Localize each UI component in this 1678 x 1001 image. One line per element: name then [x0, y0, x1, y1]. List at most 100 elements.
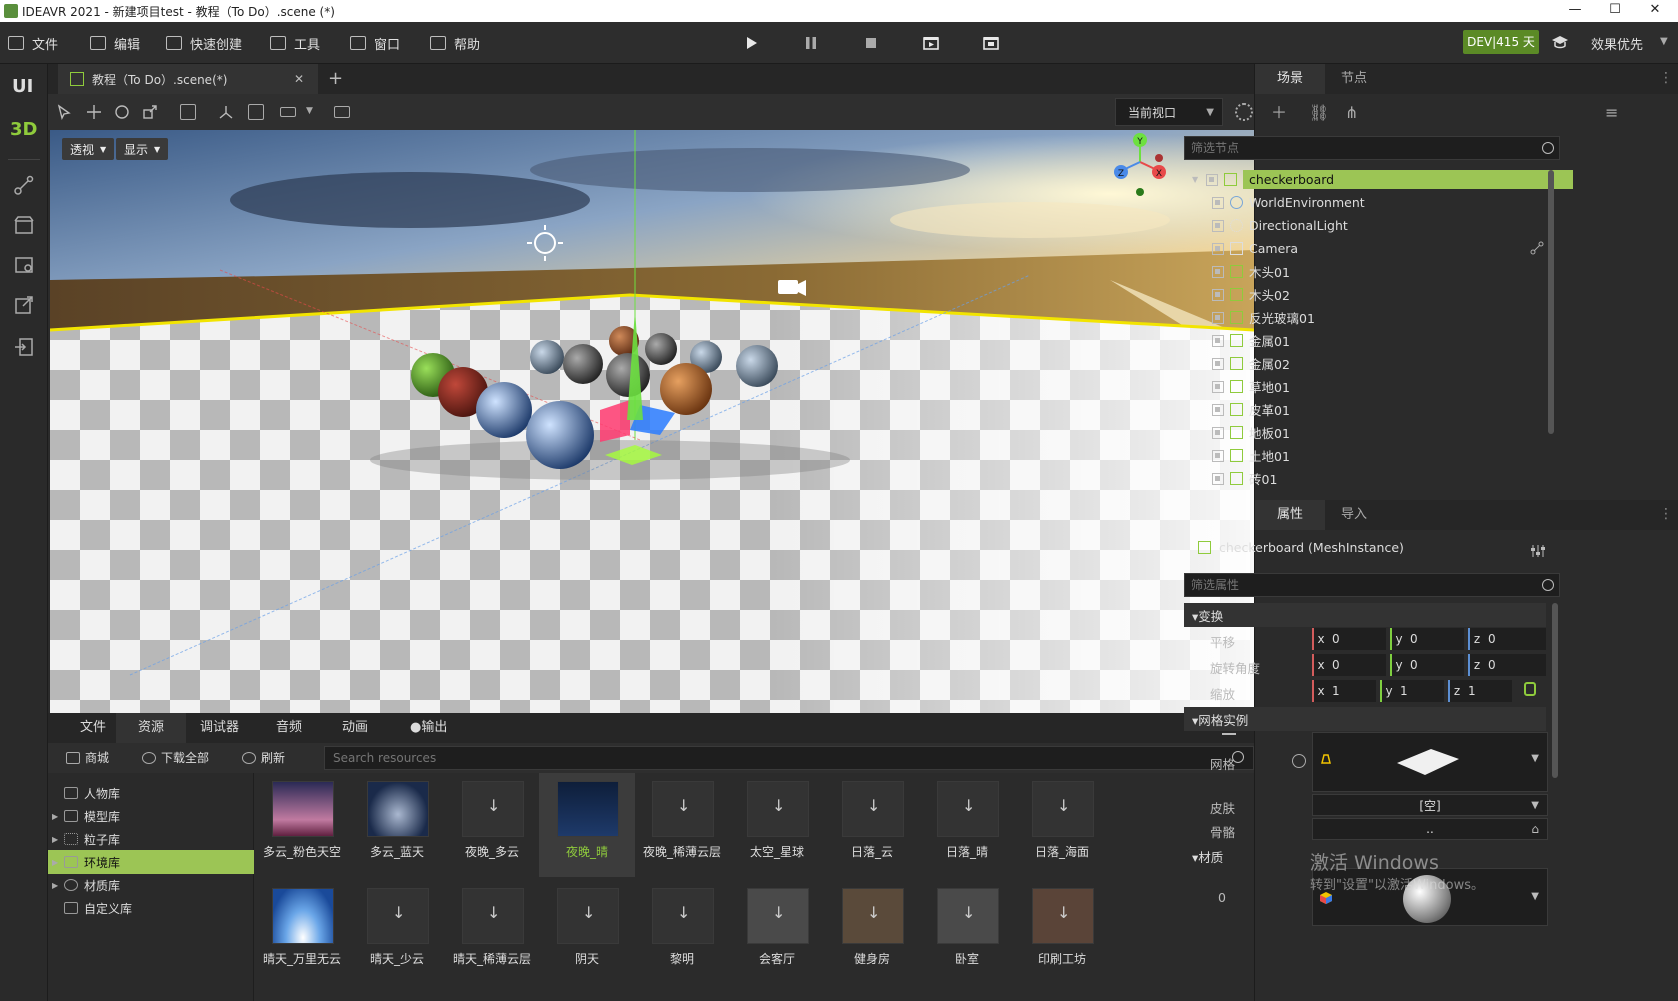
- focus-selection-icon[interactable]: [180, 104, 196, 120]
- search-icon[interactable]: [1542, 142, 1554, 154]
- display-button[interactable]: 显示 ▼: [116, 138, 169, 160]
- wood02-sphere[interactable]: [660, 363, 712, 415]
- tree-node[interactable]: 皮革01: [1212, 398, 1604, 421]
- visibility-icon[interactable]: [1212, 196, 1224, 209]
- tree-node[interactable]: 草地01: [1212, 375, 1604, 398]
- tab-resources[interactable]: 资源: [116, 713, 187, 743]
- translate-y-field[interactable]: y0: [1390, 628, 1464, 650]
- tree-node[interactable]: Camera: [1212, 237, 1604, 260]
- resource-item[interactable]: ↓ 健身房: [824, 880, 920, 984]
- resource-item[interactable]: ↓ 晴天_少云: [349, 880, 445, 984]
- library-item-particles[interactable]: ▶ 粒子库: [48, 827, 254, 851]
- visibility-icon[interactable]: [1212, 357, 1224, 370]
- menu-window[interactable]: 窗口: [350, 33, 400, 53]
- graduation-cap-icon[interactable]: [1551, 34, 1569, 50]
- more-icon[interactable]: ⋮: [1659, 506, 1673, 522]
- gear-icon[interactable]: [1235, 103, 1253, 121]
- scale-z-field[interactable]: z1: [1448, 680, 1512, 702]
- metal-sphere[interactable]: [476, 382, 532, 438]
- import-icon[interactable]: [13, 336, 35, 358]
- resource-item[interactable]: ↓ 夜晚_多云: [444, 773, 540, 877]
- download-all-button[interactable]: 下载全部: [142, 749, 209, 766]
- add-node-icon[interactable]: ＋: [1271, 105, 1287, 121]
- play-scene-icon[interactable]: [922, 34, 940, 52]
- resource-item[interactable]: ↓ 日落_云: [824, 773, 920, 877]
- chevron-right-icon[interactable]: ▶: [52, 812, 58, 821]
- library-item-environment[interactable]: ▶ 环境库: [48, 850, 254, 874]
- reflect-sphere[interactable]: [526, 401, 594, 469]
- refresh-button[interactable]: 刷新: [242, 749, 285, 766]
- resource-item[interactable]: 晴天_万里无云: [254, 880, 350, 984]
- quality-select[interactable]: 效果优先: [1591, 34, 1643, 53]
- rotate-z-field[interactable]: z0: [1468, 654, 1546, 676]
- menu-help[interactable]: 帮助: [430, 33, 480, 53]
- visibility-icon[interactable]: [1212, 380, 1224, 393]
- visibility-icon[interactable]: [1212, 265, 1224, 278]
- tab-output[interactable]: ●输出: [388, 713, 469, 743]
- stop-icon[interactable]: [862, 34, 880, 52]
- scale-y-field[interactable]: y1: [1380, 680, 1444, 702]
- tab-import[interactable]: 导入: [1319, 500, 1389, 530]
- chevron-down-icon[interactable]: ▼: [1531, 753, 1539, 764]
- resource-item[interactable]: 多云_蓝天: [349, 773, 445, 877]
- scale-x-field[interactable]: x1: [1312, 680, 1376, 702]
- library-item-custom[interactable]: 自定义库: [48, 896, 254, 920]
- translate-z-field[interactable]: z0: [1468, 628, 1546, 650]
- chevron-right-icon[interactable]: ▶: [52, 858, 58, 867]
- resource-item[interactable]: ↓ 会客厅: [729, 880, 825, 984]
- node-filter-input[interactable]: [1184, 136, 1560, 160]
- minimize-button[interactable]: —: [1565, 2, 1585, 20]
- camera-gizmo-icon[interactable]: [778, 280, 806, 296]
- tree-node[interactable]: ▼ checkerboard: [1192, 168, 1584, 191]
- chevron-right-icon[interactable]: ▶: [52, 881, 58, 890]
- tree-node[interactable]: 金属01: [1212, 329, 1604, 352]
- menu-quick-create[interactable]: 快速创建: [166, 33, 242, 53]
- tree-node[interactable]: WorldEnvironment: [1212, 191, 1604, 214]
- visibility-icon[interactable]: [1212, 219, 1224, 232]
- tree-node[interactable]: 砖01: [1212, 467, 1604, 490]
- glass-sphere[interactable]: [736, 345, 778, 387]
- menu-tools[interactable]: 工具: [270, 33, 320, 53]
- more-icon[interactable]: ⋮: [1659, 70, 1673, 86]
- lock-icon[interactable]: [1524, 682, 1536, 696]
- store-icon[interactable]: [13, 214, 35, 236]
- 3d-mode-button[interactable]: 3D: [10, 119, 37, 140]
- resource-item[interactable]: ↓ 卧室: [919, 880, 1015, 984]
- tree-node[interactable]: 金属02: [1212, 352, 1604, 375]
- resource-settings-icon[interactable]: [13, 254, 35, 276]
- snap-icon[interactable]: [248, 104, 264, 120]
- add-tab-button[interactable]: +: [328, 68, 343, 89]
- maximize-button[interactable]: ☐: [1605, 2, 1625, 20]
- mesh-resource-field[interactable]: ▼: [1312, 732, 1548, 792]
- camera-preview-icon[interactable]: [334, 106, 350, 118]
- move-tool-icon[interactable]: [86, 104, 102, 120]
- reset-icon[interactable]: [1292, 754, 1306, 768]
- chevron-down-icon[interactable]: ▼: [1660, 36, 1668, 47]
- inspector-scrollbar[interactable]: [1552, 603, 1558, 778]
- export-icon[interactable]: [13, 294, 35, 316]
- menu-edit[interactable]: 编辑: [90, 33, 140, 53]
- menu-file[interactable]: 文件: [8, 33, 58, 53]
- chevron-down-icon[interactable]: ▼: [306, 106, 313, 116]
- node-graph-icon[interactable]: [1530, 241, 1544, 255]
- rotate-x-field[interactable]: x0: [1312, 654, 1386, 676]
- dev-badge[interactable]: DEV|415 天: [1463, 30, 1539, 54]
- chevron-down-icon[interactable]: ▼: [1192, 175, 1200, 184]
- library-item-people[interactable]: 人物库: [48, 781, 254, 805]
- visibility-icon[interactable]: [1212, 242, 1224, 255]
- pause-icon[interactable]: [802, 34, 820, 52]
- tree-node[interactable]: 反光玻璃01: [1212, 306, 1604, 329]
- rotate-y-field[interactable]: y0: [1390, 654, 1464, 676]
- skeleton-field[interactable]: .. ⌂: [1312, 818, 1548, 840]
- visibility-icon[interactable]: [1212, 472, 1224, 485]
- visibility-icon[interactable]: [1212, 334, 1224, 347]
- 3d-viewport[interactable]: 透视 ▼ 显示 ▼ Y X Z: [50, 130, 1254, 713]
- tree-node[interactable]: 木头01: [1212, 260, 1604, 283]
- search-input[interactable]: [324, 746, 1254, 770]
- visibility-icon[interactable]: [1212, 449, 1224, 462]
- ui-mode-button[interactable]: UI: [12, 76, 33, 97]
- select-tool-icon[interactable]: [56, 104, 72, 120]
- tree-node[interactable]: 土地01: [1212, 444, 1604, 467]
- tab-debugger[interactable]: 调试器: [178, 713, 261, 743]
- visibility-icon[interactable]: [1212, 403, 1224, 416]
